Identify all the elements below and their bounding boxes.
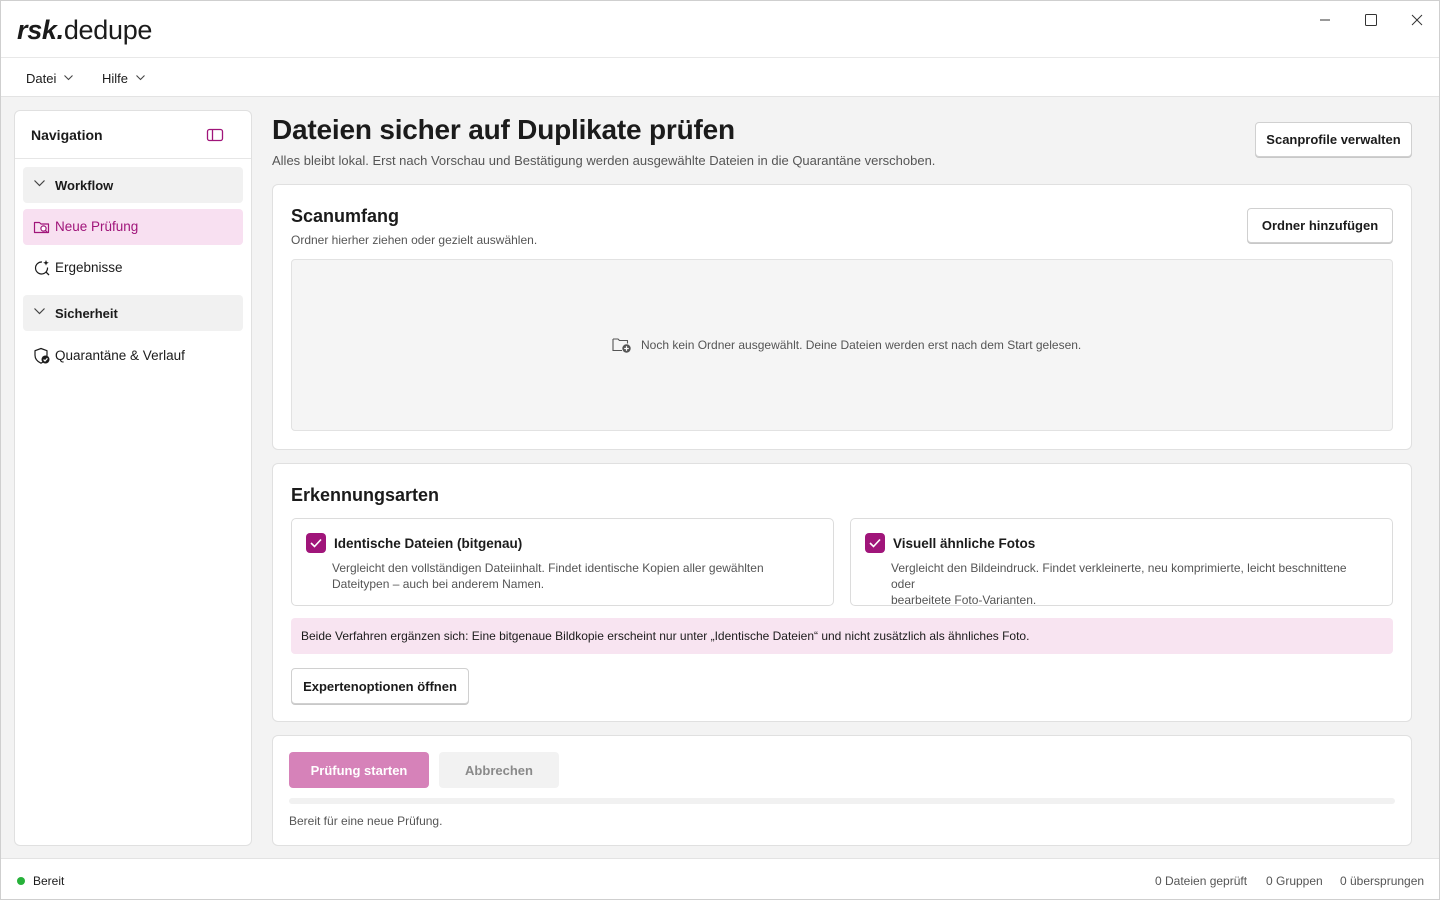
scope-subtitle: Ordner hierher ziehen oder gezielt auswä… [291,233,538,247]
start-scan-button[interactable]: Prüfung starten [289,752,429,788]
identical-files-checkbox[interactable] [306,533,326,553]
stat-files-checked: 0 Dateien geprüft [1155,874,1248,888]
brand-name: dedupe [63,15,153,45]
sidebar-header: Navigation [15,111,251,159]
status-state: Bereit [33,874,65,888]
option-similar-photos[interactable]: Visuell ähnliche Fotos Vergleicht den Bi… [850,518,1393,608]
maximize-icon [1365,14,1377,26]
stat-groups: 0 Gruppen [1266,874,1323,888]
close-icon [1411,14,1423,26]
checkmark-icon [310,538,322,548]
option-description-line: Dateitypen – auch bei anderem Namen. [332,577,545,591]
scope-card: Scanumfang Ordner hierher ziehen oder ge… [272,184,1412,450]
sidebar-item-label: Quarantäne & Verlauf [55,348,185,363]
status-bar: Bereit 0 Dateien geprüft 0 Gruppen 0 übe… [1,858,1439,899]
maximize-button[interactable] [1348,7,1394,33]
option-description-line: Vergleicht den Bildeindruck. Findet verk… [891,561,1347,591]
option-identical-files[interactable]: Identische Dateien (bitgenau) Vergleicht… [291,518,834,606]
sidebar-item-quarantaene[interactable]: Quarantäne & Verlauf [23,338,243,374]
run-status-text: Bereit für eine neue Prüfung. [289,814,443,828]
minimize-button[interactable] [1302,7,1348,33]
sidebar-toggle-icon[interactable] [205,126,225,144]
option-description: Vergleicht den vollständigen Dateiinhalt… [332,560,812,592]
detection-title: Erkennungsarten [291,485,440,505]
brand-bold: rsk. [17,15,64,45]
info-banner: Beide Verfahren ergänzen sich: Eine bitg… [291,618,1393,654]
menu-datei[interactable]: Datei [26,68,74,88]
option-title: Identische Dateien (bitgenau) [334,536,523,551]
nav-group-workflow[interactable]: Workflow [23,167,243,203]
similar-photos-checkbox[interactable] [865,533,885,553]
nav-group-sicherheit-label: Sicherheit [55,306,118,321]
chevron-down-icon [136,75,145,81]
option-title: Visuell ähnliche Fotos [893,536,1036,551]
nav-group-workflow-label: Workflow [55,178,114,193]
status-indicator-icon [17,877,25,885]
dropzone-empty-text: Noch kein Ordner ausgewählt. Deine Datei… [641,338,1082,352]
sidebar-item-neue-pruefung[interactable]: Neue Prüfung [23,209,243,245]
page-title: Dateien sicher auf Duplikate prüfen [272,114,735,145]
menu-datei-label: Datei [26,70,57,86]
folder-search-icon [33,221,50,234]
scope-title: Scanumfang [291,206,400,226]
page-subtitle: Alles bleibt lokal. Erst nach Vorschau u… [272,153,936,168]
sparkle-search-icon [34,260,50,276]
shield-check-icon [34,347,50,364]
sidebar-item-ergebnisse[interactable]: Ergebnisse [23,250,243,286]
chevron-down-icon [34,180,45,187]
option-description: Vergleicht den Bildeindruck. Findet verk… [891,560,1371,608]
menu-bar: Datei Hilfe [1,57,1439,97]
option-description-line: bearbeitete Foto-Varianten. [891,593,1037,607]
sidebar-item-label: Neue Prüfung [55,219,139,234]
sidebar-item-label: Ergebnisse [55,260,123,275]
minimize-icon [1320,19,1330,21]
scan-progress-bar [289,798,1395,804]
chevron-down-icon [34,308,45,315]
menu-hilfe-label: Hilfe [102,70,129,86]
stat-skipped: 0 übersprungen [1340,874,1425,888]
title-bar: rsk.dedupe [1,1,1439,57]
manage-scan-profiles-button[interactable]: Scanprofile verwalten [1255,122,1412,157]
detection-card: Erkennungsarten Identische Dateien (bitg… [272,463,1412,722]
option-description-line: Vergleicht den vollständigen Dateiinhalt… [332,561,764,575]
app-logo: rsk.dedupe [17,15,152,46]
add-folder-button[interactable]: Ordner hinzufügen [1247,208,1393,243]
chevron-down-icon [64,75,74,81]
folder-dropzone[interactable]: Noch kein Ordner ausgewählt. Deine Datei… [291,259,1393,431]
sidebar-title: Navigation [31,127,103,143]
dropzone-empty-message: Noch kein Ordner ausgewählt. Deine Datei… [612,336,1081,354]
open-expert-options-button[interactable]: Expertenoptionen öffnen [291,668,469,704]
checkmark-icon [869,538,881,548]
nav-group-sicherheit[interactable]: Sicherheit [23,295,243,331]
menu-hilfe[interactable]: Hilfe [102,68,145,88]
cancel-button[interactable]: Abbrechen [439,752,559,788]
close-button[interactable] [1394,7,1440,33]
folder-add-icon [612,338,631,353]
sidebar: Navigation Workflow Neue Prüfung Ergebni… [14,110,252,846]
run-card: Prüfung starten Abbrechen Bereit für ein… [272,735,1412,846]
app-window: rsk.dedupe Datei Hilfe Navigation Workfl… [0,0,1440,900]
